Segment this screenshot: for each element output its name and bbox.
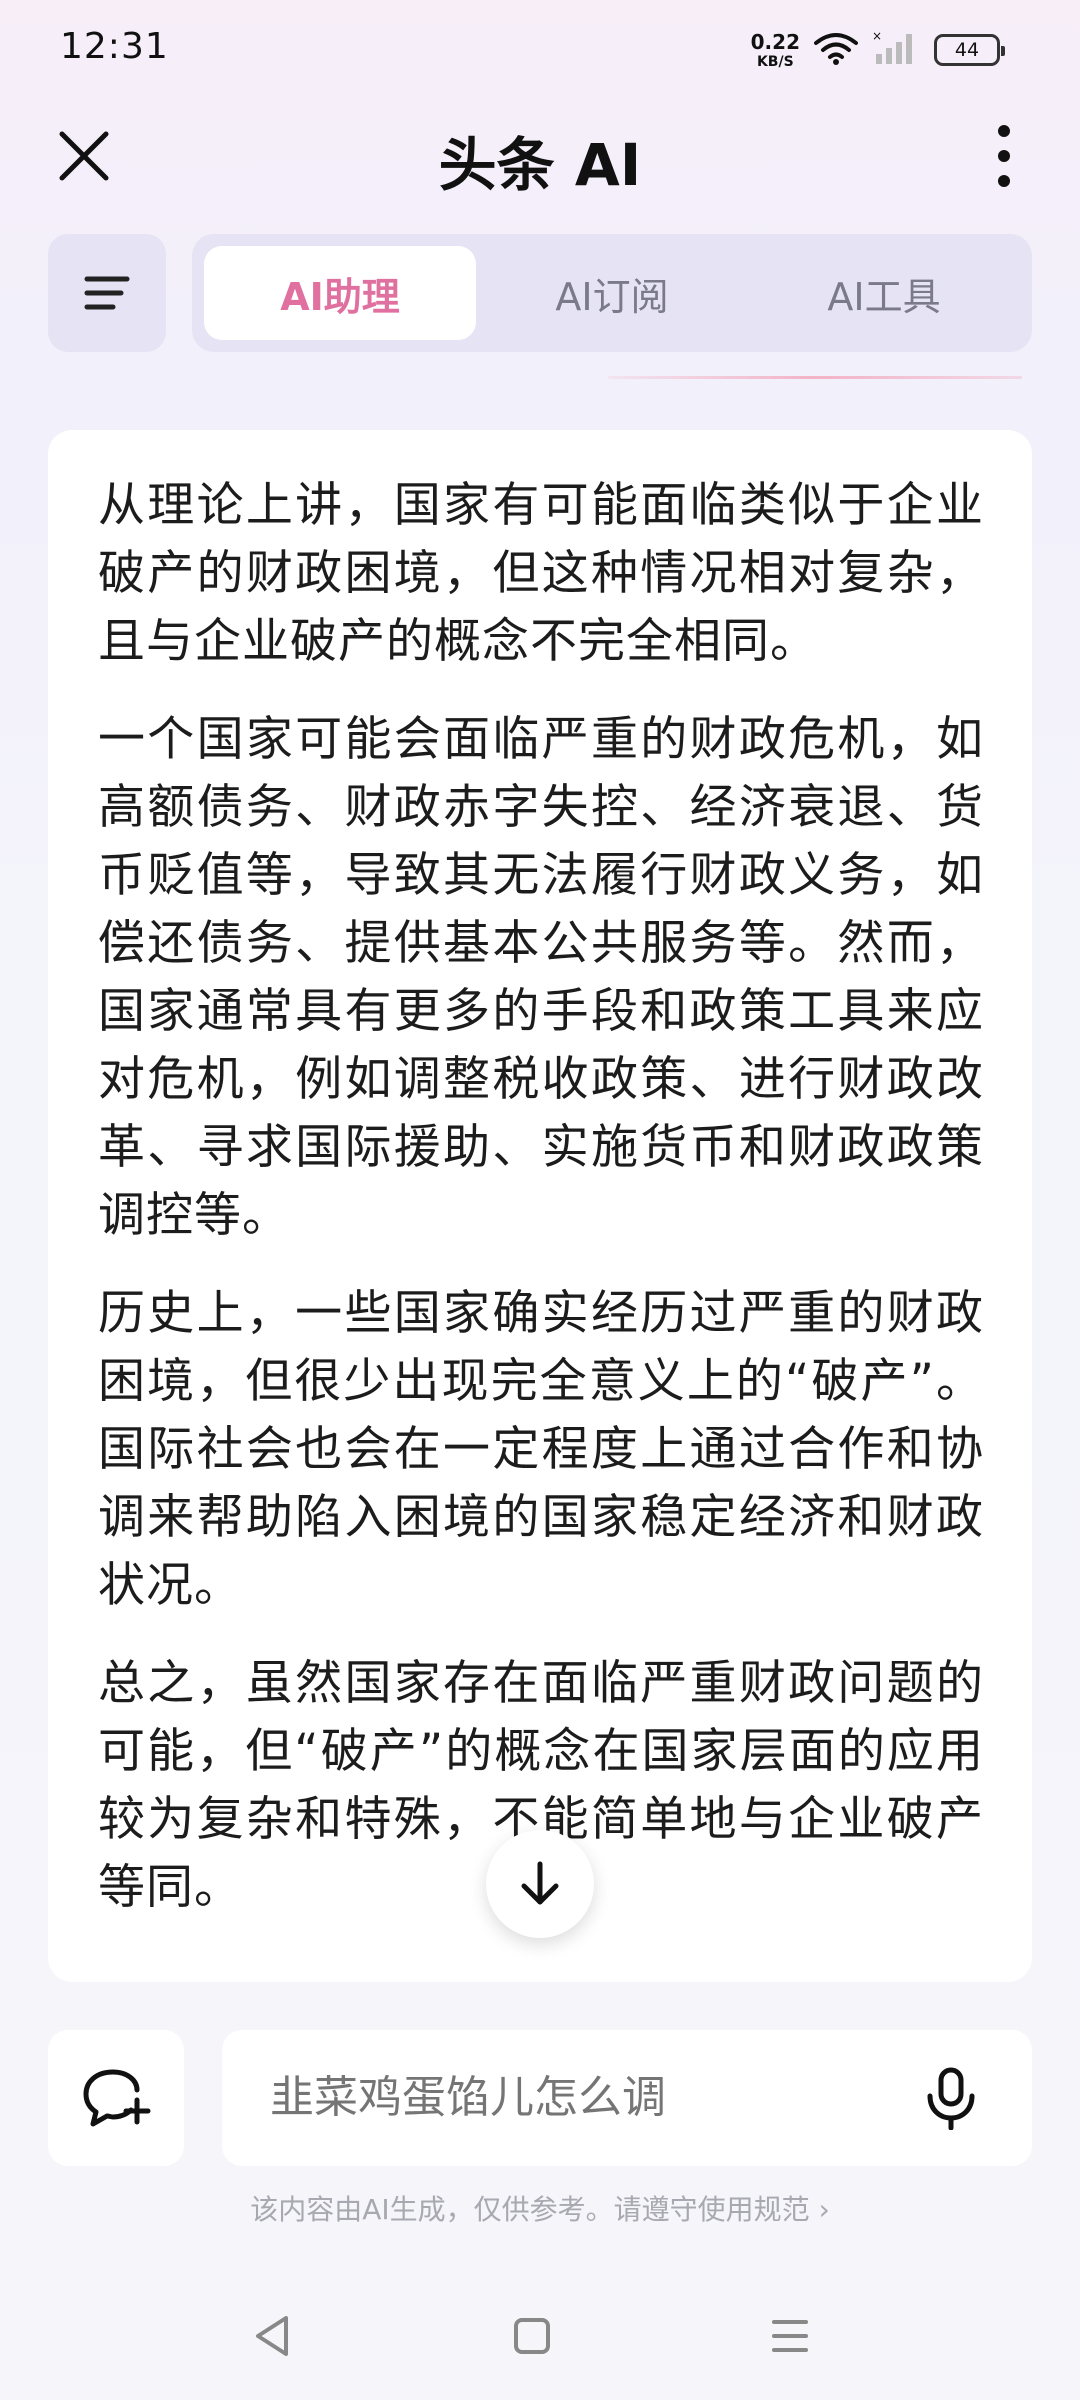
tab-ai-tools[interactable]: AI工具: [748, 246, 1020, 340]
more-options-button[interactable]: [968, 120, 1040, 192]
response-paragraph: 从理论上讲，国家有可能面临类似于企业破产的财政困境，但这种情况相对复杂，且与企业…: [98, 478, 984, 669]
ai-disclaimer[interactable]: 该内容由AI生成，仅供参考。请遵守使用规范 ›: [0, 2188, 1080, 2228]
divider: [608, 376, 1022, 379]
tab-ai-subscribe[interactable]: AI订阅: [476, 246, 748, 340]
svg-text:×: ×: [872, 30, 882, 43]
cellular-signal-icon: ×: [872, 29, 920, 70]
scroll-to-bottom-button[interactable]: [486, 1830, 594, 1938]
microphone-icon: [927, 2067, 975, 2130]
chevron-right-icon: ›: [818, 2193, 830, 2226]
nav-back-button[interactable]: [242, 2306, 302, 2366]
system-nav-bar: [0, 2290, 1080, 2380]
menu-button[interactable]: [48, 234, 166, 352]
app-header: 头条 AI: [0, 110, 1080, 200]
network-speed: 0.22 KB/S: [751, 32, 800, 69]
nav-home-button[interactable]: [502, 2306, 562, 2366]
new-chat-button[interactable]: [48, 2030, 184, 2166]
response-paragraph: 历史上，一些国家确实经历过严重的财政困境，但很少出现完全意义上的“破产”。国际社…: [98, 1286, 984, 1613]
voice-input-button[interactable]: [916, 2062, 986, 2134]
home-square-icon: [514, 2318, 550, 2354]
tab-ai-assistant[interactable]: AI助理: [204, 246, 476, 340]
wifi-icon: [814, 31, 858, 69]
battery-level: 44: [954, 39, 980, 61]
status-time: 12:31: [60, 26, 169, 67]
new-chat-icon: [83, 2069, 151, 2127]
chat-input-box[interactable]: [222, 2030, 1032, 2166]
status-icons: 0.22 KB/S × 44: [751, 28, 1005, 72]
response-paragraph: 一个国家可能会面临严重的财政危机，如高额债务、财政赤字失控、经济衰退、货币贬值等…: [98, 712, 984, 1243]
battery-icon: 44: [934, 34, 1005, 66]
back-triangle-icon: [256, 2316, 288, 2356]
network-speed-unit: KB/S: [756, 53, 794, 70]
arrow-down-icon: [521, 1861, 559, 1905]
nav-recents-button[interactable]: [760, 2306, 820, 2366]
response-body: 从理论上讲，国家有可能面临类似于企业破产的财政困境，但这种情况相对复杂，且与企业…: [48, 430, 1032, 1922]
menu-icon: [84, 276, 130, 310]
chat-input[interactable]: [270, 2030, 870, 2166]
more-vertical-icon: [998, 125, 1010, 187]
network-speed-value: 0.22: [750, 29, 800, 54]
disclaimer-text: 该内容由AI生成，仅供参考。请遵守使用规范: [250, 2193, 810, 2226]
menu-lines-icon: [772, 2320, 808, 2352]
page-title: 头条 AI: [438, 131, 642, 199]
tab-bar: AI助理 AI订阅 AI工具: [192, 234, 1032, 352]
status-bar: 12:31 0.22 KB/S × 44: [0, 0, 1080, 100]
ai-response-card: 从理论上讲，国家有可能面临类似于企业破产的财政困境，但这种情况相对复杂，且与企业…: [48, 430, 1032, 1982]
